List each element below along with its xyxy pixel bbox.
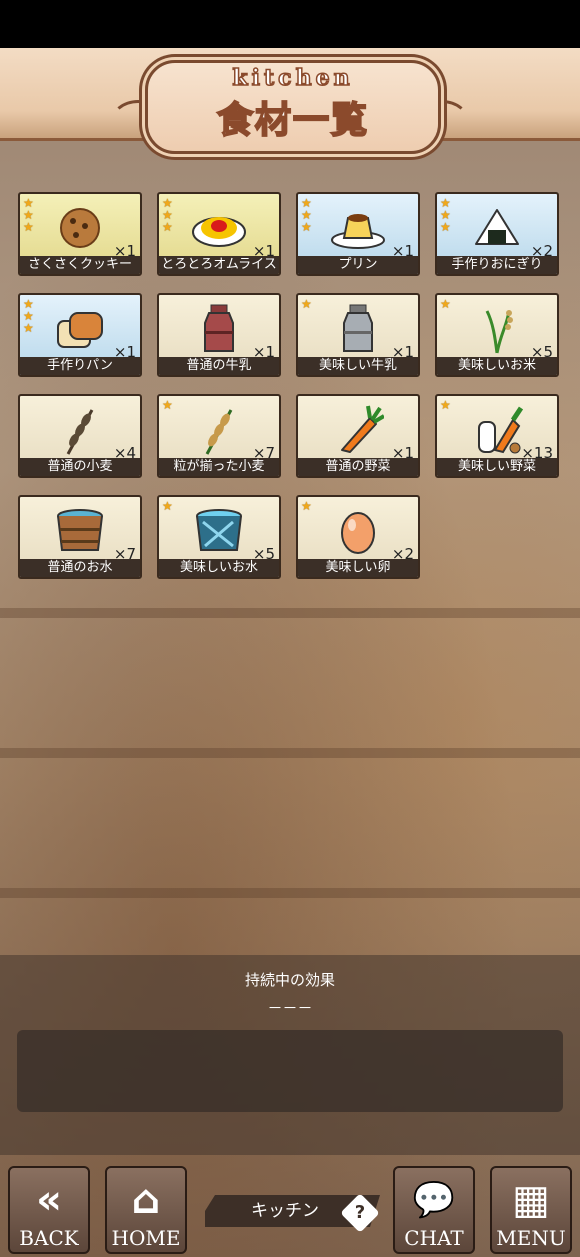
speech-bubble-icon: 💬 bbox=[412, 1180, 456, 1220]
onigiri-icon bbox=[465, 200, 529, 256]
rarity-stars: ★ ★ ★ bbox=[162, 197, 176, 233]
water-bucket-icon bbox=[48, 503, 112, 559]
menu-button[interactable]: ▦ MENU bbox=[490, 1166, 572, 1254]
ingredient-card[interactable]: ★ ★ ★ ×1 さくさくクッキー bbox=[18, 192, 142, 276]
ingredient-card[interactable]: ★ ★ ★ ×1 とろとろオムライス bbox=[157, 192, 281, 276]
ingredient-card[interactable]: ★ ×1 美味しい牛乳 bbox=[296, 293, 420, 377]
star-icon: ★ bbox=[301, 220, 312, 234]
effect-title: 持続中の効果 bbox=[244, 971, 335, 989]
carrot-icon bbox=[326, 402, 390, 458]
star-icon: ★ bbox=[440, 297, 451, 311]
vegetables-icon bbox=[465, 402, 529, 458]
item-label: 手作りパン bbox=[20, 357, 140, 375]
ingredient-card[interactable]: ★ ×5 美味しいお水 bbox=[157, 495, 281, 579]
effect-panel: 持続中の効果 －－－ bbox=[0, 955, 580, 1155]
rarity-stars: ★ bbox=[440, 399, 454, 411]
ingredient-card[interactable]: ★ ★ ★ ×1 プリン bbox=[296, 192, 420, 276]
item-label: 美味しい牛乳 bbox=[298, 357, 418, 375]
rarity-stars: ★ bbox=[301, 500, 315, 512]
bread-icon bbox=[48, 301, 112, 357]
rarity-stars: ★ bbox=[162, 500, 176, 512]
star-icon: ★ bbox=[162, 499, 173, 513]
rice-plant-icon bbox=[465, 301, 529, 357]
item-label: 美味しいお水 bbox=[159, 559, 279, 577]
star-icon: ★ bbox=[440, 220, 451, 234]
rarity-stars: ★ bbox=[301, 298, 315, 310]
item-label: 美味しい卵 bbox=[298, 559, 418, 577]
rarity-stars: ★ ★ ★ bbox=[23, 197, 37, 233]
star-icon: ★ bbox=[23, 220, 34, 234]
rarity-stars: ★ ★ ★ bbox=[301, 197, 315, 233]
item-label: 普通のお水 bbox=[20, 559, 140, 577]
pudding-icon bbox=[326, 200, 390, 256]
item-label: 美味しい野菜 bbox=[437, 458, 557, 476]
water-bucket-blue-icon bbox=[187, 503, 251, 559]
title-en: kitchen bbox=[232, 64, 354, 92]
ingredient-card[interactable]: ×1 普通の牛乳 bbox=[157, 293, 281, 377]
star-icon: ★ bbox=[23, 321, 34, 335]
rarity-stars: ★ ★ ★ bbox=[23, 298, 37, 334]
effect-box bbox=[17, 1030, 563, 1112]
effect-value: －－－ bbox=[267, 999, 313, 1017]
wheat-icon bbox=[48, 402, 112, 458]
chat-button[interactable]: 💬 CHAT bbox=[393, 1166, 475, 1254]
item-label: 普通の牛乳 bbox=[159, 357, 279, 375]
item-label: 普通の小麦 bbox=[20, 458, 140, 476]
ingredient-card[interactable]: ★ ×13 美味しい野菜 bbox=[435, 394, 559, 478]
wheat-good-icon bbox=[187, 402, 251, 458]
item-label: とろとろオムライス bbox=[159, 256, 279, 274]
status-bar bbox=[0, 0, 580, 48]
home-button[interactable]: ⌂ HOME bbox=[105, 1166, 187, 1254]
ingredient-card[interactable]: ★ ★ ★ ×1 手作りパン bbox=[18, 293, 142, 377]
back-button[interactable]: « BACK bbox=[8, 1166, 90, 1254]
star-icon: ★ bbox=[301, 297, 312, 311]
star-icon: ★ bbox=[301, 499, 312, 513]
omurice-icon bbox=[187, 200, 251, 256]
item-label: 粒が揃った小麦 bbox=[159, 458, 279, 476]
double-chevron-left-icon: « bbox=[36, 1177, 62, 1223]
item-label: 美味しいお米 bbox=[437, 357, 557, 375]
milk-can-red-icon bbox=[187, 301, 251, 357]
rarity-stars: ★ bbox=[162, 399, 176, 411]
egg-icon bbox=[326, 503, 390, 559]
grid-icon: ▦ bbox=[512, 1177, 550, 1223]
ingredient-card[interactable]: ★ ×5 美味しいお米 bbox=[435, 293, 559, 377]
ingredient-card[interactable]: ★ ×7 粒が揃った小麦 bbox=[157, 394, 281, 478]
item-label: 普通の野菜 bbox=[298, 458, 418, 476]
milk-can-silver-icon bbox=[326, 301, 390, 357]
ingredient-card[interactable]: ×7 普通のお水 bbox=[18, 495, 142, 579]
ingredient-card[interactable]: ★ ★ ★ ×2 手作りおにぎり bbox=[435, 192, 559, 276]
item-label: プリン bbox=[298, 256, 418, 274]
item-label: 手作りおにぎり bbox=[437, 256, 557, 274]
item-label: さくさくクッキー bbox=[20, 256, 140, 274]
cookie-icon bbox=[48, 200, 112, 256]
star-icon: ★ bbox=[440, 398, 451, 412]
help-icon[interactable]: ? bbox=[340, 1193, 380, 1233]
title-plate: kitchen 食材一覧 bbox=[145, 60, 441, 154]
ingredient-card[interactable]: ★ ×2 美味しい卵 bbox=[296, 495, 420, 579]
rarity-stars: ★ bbox=[440, 298, 454, 310]
house-icon: ⌂ bbox=[131, 1177, 161, 1223]
page-title: 食材一覧 bbox=[216, 99, 369, 142]
ingredient-card[interactable]: ×4 普通の小麦 bbox=[18, 394, 142, 478]
star-icon: ★ bbox=[162, 398, 173, 412]
ingredient-card[interactable]: ×1 普通の野菜 bbox=[296, 394, 420, 478]
rarity-stars: ★ ★ ★ bbox=[440, 197, 454, 233]
star-icon: ★ bbox=[162, 220, 173, 234]
